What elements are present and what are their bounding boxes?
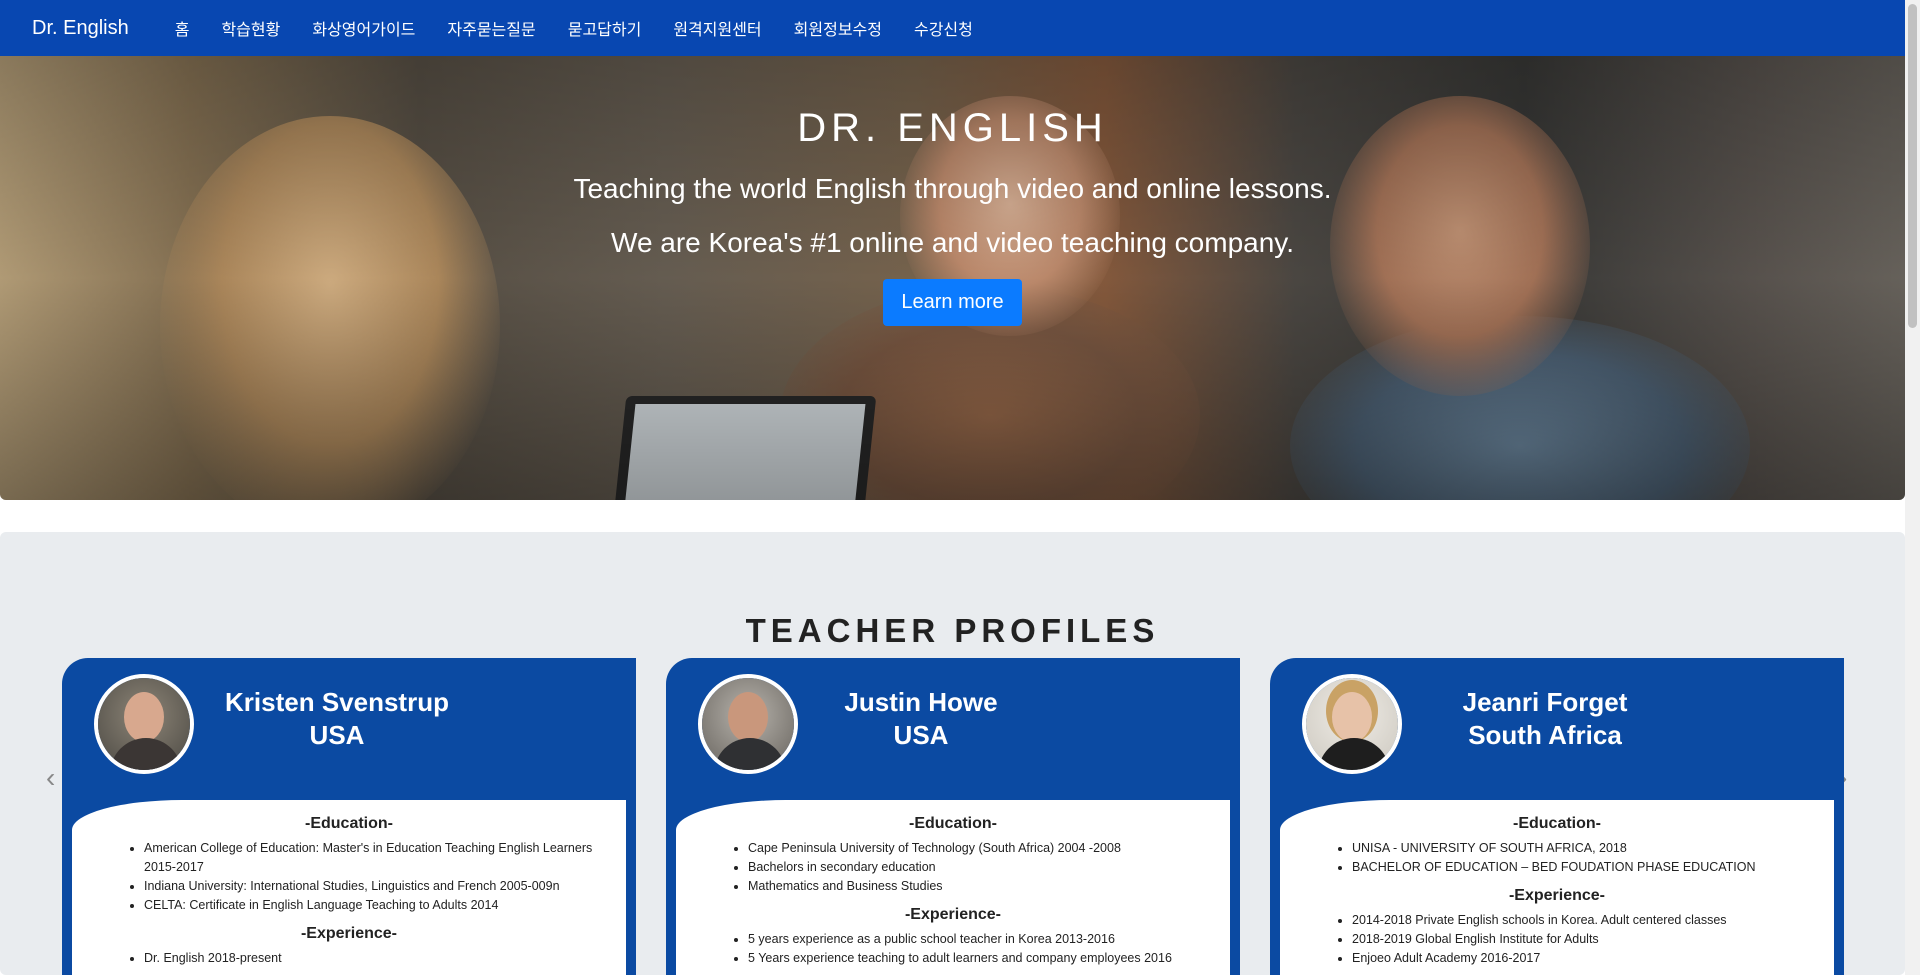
list-item: Dr. English 2018-present bbox=[144, 949, 606, 968]
teacher-card: Kristen Svenstrup USA -Education- Americ… bbox=[62, 658, 636, 975]
nav-item-edit-profile[interactable]: 회원정보수정 bbox=[778, 16, 898, 40]
teacher-avatar bbox=[1302, 674, 1402, 774]
list-item: Mathematics and Business Studies bbox=[748, 877, 1210, 896]
education-heading: -Education- bbox=[1513, 815, 1601, 832]
teacher-name-block: Jeanri Forget South Africa bbox=[1410, 686, 1680, 752]
teacher-details: -Education- Cape Peninsula University of… bbox=[676, 800, 1230, 975]
nav-item-home[interactable]: 홈 bbox=[159, 16, 206, 40]
experience-list: Dr. English 2018-present bbox=[92, 949, 606, 968]
education-list: American College of Education: Master's … bbox=[92, 839, 606, 915]
nav-item-video-english-guide[interactable]: 화상영어가이드 bbox=[296, 16, 431, 40]
teacher-card: Justin Howe USA -Education- Cape Peninsu… bbox=[666, 658, 1240, 975]
list-item: Indiana University: International Studie… bbox=[144, 877, 606, 896]
list-item: CELTA: Certificate in English Language T… bbox=[144, 896, 606, 915]
teacher-details: -Education- UNISA - UNIVERSITY OF SOUTH … bbox=[1280, 800, 1834, 975]
nav-item-faq[interactable]: 자주묻는질문 bbox=[431, 16, 551, 40]
section-title: TEACHER PROFILES bbox=[745, 612, 1160, 649]
teacher-details: -Education- American College of Educatio… bbox=[72, 800, 626, 975]
nav-item-learning-status[interactable]: 학습현황 bbox=[205, 16, 296, 40]
teacher-country: South Africa bbox=[1468, 720, 1622, 750]
teacher-name: Jeanri Forget bbox=[1462, 687, 1628, 717]
list-item: BACHELOR OF EDUCATION – BED FOUDATION PH… bbox=[1352, 858, 1814, 877]
hero-content: DR. ENGLISH Teaching the world English t… bbox=[0, 56, 1905, 326]
experience-list: 5 years experience as a public school te… bbox=[696, 930, 1210, 968]
nav-item-enroll[interactable]: 수강신청 bbox=[898, 16, 989, 40]
list-item: Enjoeo Adult Academy 2016-2017 bbox=[1352, 949, 1814, 968]
learn-more-button[interactable]: Learn more bbox=[883, 279, 1022, 326]
nav-item-remote-support[interactable]: 원격지원센터 bbox=[657, 16, 777, 40]
carousel-prev-icon[interactable]: ‹ bbox=[46, 762, 55, 794]
teacher-profiles-section: TEACHER PROFILES ‹ › Kristen Svenstrup U… bbox=[0, 532, 1905, 975]
teacher-avatar bbox=[698, 674, 798, 774]
list-item: 2014-2018 Private English schools in Kor… bbox=[1352, 911, 1814, 930]
education-heading: -Education- bbox=[305, 815, 393, 832]
scrollbar-thumb[interactable] bbox=[1908, 4, 1917, 328]
education-heading: -Education- bbox=[909, 815, 997, 832]
hero-banner: DR. ENGLISH Teaching the world English t… bbox=[0, 56, 1905, 500]
nav-item-qna[interactable]: 묻고답하기 bbox=[552, 16, 658, 40]
hero-subtagline: We are Korea's #1 online and video teach… bbox=[611, 227, 1294, 258]
education-list: UNISA - UNIVERSITY OF SOUTH AFRICA, 2018… bbox=[1300, 839, 1814, 877]
teacher-country: USA bbox=[309, 720, 365, 750]
list-item: 5 Years experience teaching to adult lea… bbox=[748, 949, 1210, 968]
teacher-avatar bbox=[94, 674, 194, 774]
list-item: Bachelors in secondary education bbox=[748, 858, 1210, 877]
hero-title: DR. ENGLISH bbox=[797, 106, 1108, 150]
teacher-name: Justin Howe bbox=[844, 687, 998, 717]
teacher-country: USA bbox=[893, 720, 949, 750]
list-item: UNISA - UNIVERSITY OF SOUTH AFRICA, 2018 bbox=[1352, 839, 1814, 858]
nav-menu: 홈 학습현황 화상영어가이드 자주묻는질문 묻고답하기 원격지원센터 회원정보수… bbox=[159, 16, 989, 40]
experience-list: 2014-2018 Private English schools in Kor… bbox=[1300, 911, 1814, 968]
top-navbar: Dr. English 홈 학습현황 화상영어가이드 자주묻는질문 묻고답하기 … bbox=[0, 0, 1905, 56]
experience-heading: -Experience- bbox=[1508, 887, 1606, 904]
list-item: Cape Peninsula University of Technology … bbox=[748, 839, 1210, 858]
hero-tagline: Teaching the world English through video… bbox=[573, 173, 1332, 204]
education-list: Cape Peninsula University of Technology … bbox=[696, 839, 1210, 896]
list-item: American College of Education: Master's … bbox=[144, 839, 606, 877]
teacher-name-block: Justin Howe USA bbox=[806, 686, 1036, 752]
experience-heading: -Experience- bbox=[904, 906, 1002, 923]
list-item: 5 years experience as a public school te… bbox=[748, 930, 1210, 949]
teacher-card: Jeanri Forget South Africa -Education- U… bbox=[1270, 658, 1844, 975]
experience-heading: -Experience- bbox=[300, 925, 398, 942]
teacher-name: Kristen Svenstrup bbox=[225, 687, 449, 717]
page-scrollbar[interactable] bbox=[1905, 0, 1920, 975]
brand-link[interactable]: Dr. English bbox=[32, 17, 129, 40]
list-item: 2018-2019 Global English Institute for A… bbox=[1352, 930, 1814, 949]
teacher-name-block: Kristen Svenstrup USA bbox=[212, 686, 462, 752]
